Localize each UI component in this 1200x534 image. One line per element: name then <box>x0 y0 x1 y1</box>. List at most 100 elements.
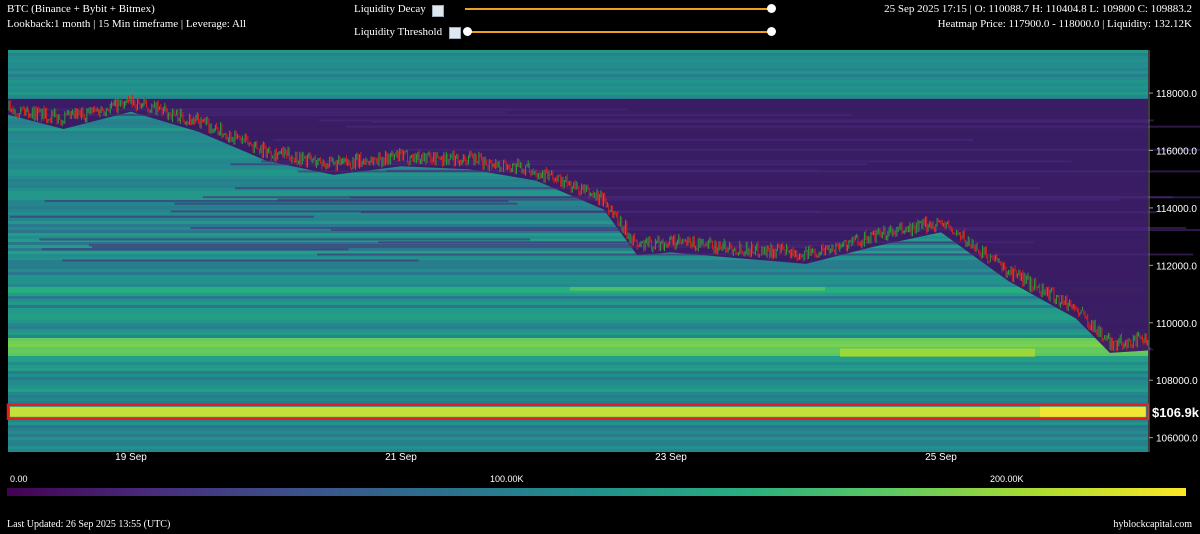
y-tick-label: 116000.0 <box>1156 147 1197 158</box>
mask-streak <box>318 119 1154 122</box>
heatmap-band <box>8 311 1148 314</box>
x-tick-label: 23 Sep <box>655 452 687 463</box>
mask-streak <box>390 148 1200 151</box>
mask-streak <box>190 226 1187 229</box>
heatmap-band <box>8 323 1148 326</box>
heatmap-band <box>8 272 1148 275</box>
y-tick-label: 118000.0 <box>1156 89 1197 100</box>
mask-streak <box>331 229 1200 232</box>
broken-image-icon <box>449 27 461 39</box>
mask-streak <box>41 248 349 251</box>
liquidity-threshold-label: Liquidity Threshold <box>354 26 443 38</box>
y-tick-label: 110000.0 <box>1156 319 1197 330</box>
heatmap-band <box>8 335 1148 338</box>
heatmap-band <box>8 296 1148 299</box>
heatmap-band <box>8 308 1148 311</box>
liquidity-threshold-max-handle[interactable] <box>767 27 776 36</box>
heatmap-band <box>8 446 1148 449</box>
mask-streak <box>9 215 314 218</box>
heatmap-band <box>8 320 1148 323</box>
heatmap-band <box>8 398 1148 401</box>
mask-streak <box>38 108 628 111</box>
y-axis: 118000.0 116000.0 114000.0 112000.0 110000.0… <box>1148 50 1198 452</box>
highlight-band-hot <box>1040 406 1145 417</box>
heatmap-band <box>8 269 1148 272</box>
heatmap-band <box>8 437 1148 440</box>
x-tick-label: 21 Sep <box>385 452 417 463</box>
y-tick-label: 114000.0 <box>1156 204 1197 215</box>
heatmap-band <box>8 425 1148 428</box>
mask-streak <box>151 111 507 114</box>
ohlc-readout: 25 Sep 2025 17:15 | O: 110088.7 H: 11040… <box>884 3 1192 15</box>
x-axis: 19 Sep 21 Sep 23 Sep 25 Sep <box>115 452 957 463</box>
heatmap-band <box>8 302 1148 305</box>
mask-streak <box>44 200 509 203</box>
heatmap-band <box>8 383 1148 386</box>
highlight-band: $106.9k <box>6 403 1200 421</box>
y-tick-label: 108000.0 <box>1156 376 1198 387</box>
heatmap-band <box>8 74 1148 77</box>
heatmap-band <box>8 263 1148 266</box>
heatmap-band <box>8 56 1148 59</box>
liquidity-threshold-min-handle[interactable] <box>463 27 472 36</box>
heatmap-band <box>8 293 1148 296</box>
mask-streak <box>88 244 862 247</box>
heatmap-band <box>8 71 1148 74</box>
chart-title: BTC (Binance + Bybit + Bitmex) <box>7 3 155 15</box>
heatmap-band <box>8 329 1148 332</box>
heatmap-band <box>8 359 1148 362</box>
liquidation-heatmap-chart[interactable]: $106.9k 118000.0 116000.0 114000.0 112000.0… <box>0 0 1200 470</box>
x-tick-label: 19 Sep <box>115 452 147 463</box>
chart-subtitle: Lookback:1 month | 15 Min timeframe | Le… <box>7 18 247 30</box>
mask-streak <box>272 138 974 141</box>
heatmap-band <box>8 380 1148 383</box>
heatmap-band <box>8 371 1148 374</box>
heatmap-band <box>8 89 1148 92</box>
heatmap-band <box>8 317 1148 320</box>
heatmap-band <box>8 314 1148 317</box>
heatmap-band <box>8 299 1148 302</box>
heatmap-band <box>8 449 1148 452</box>
heatmap-band <box>8 83 1148 86</box>
heatmap-band <box>8 284 1148 287</box>
mask-streak <box>361 211 1157 214</box>
heatmap-band <box>8 62 1148 65</box>
mask-streak <box>92 246 814 249</box>
heatmap-band <box>8 428 1148 431</box>
heatmap-band <box>8 326 1148 329</box>
heatmap-band <box>8 338 1148 341</box>
mask-streak <box>39 238 531 241</box>
heatmap-band-hot <box>840 348 1035 357</box>
heatmap-band <box>8 434 1148 437</box>
heatmap-band <box>8 332 1148 335</box>
colorbar-tick-max: 200.00K <box>990 474 1024 484</box>
heatmap-band <box>8 443 1148 446</box>
heatmap-band <box>8 278 1148 281</box>
heatmap-band <box>8 95 1148 98</box>
mask-streak <box>18 113 852 116</box>
liquidity-decay-label: Liquidity Decay <box>354 3 426 15</box>
brand-link[interactable]: hyblockcapital.com <box>1113 519 1192 530</box>
heatmap-band <box>8 341 1148 344</box>
heatmap-band <box>8 422 1148 425</box>
heatmap-band <box>8 365 1148 368</box>
heatmap-band <box>8 389 1148 392</box>
highlight-liquidity-band <box>10 406 1146 417</box>
heatmap-band <box>8 392 1148 395</box>
mask-streak <box>202 196 1173 199</box>
heatmap-band <box>8 92 1148 95</box>
heatmap-band <box>8 305 1148 308</box>
heatmap-band <box>8 275 1148 278</box>
y-tick-label: 106000.0 <box>1156 434 1198 445</box>
heatmap-band <box>8 377 1148 380</box>
broken-image-icon <box>432 5 444 17</box>
liquidity-threshold-slider[interactable] <box>465 31 773 33</box>
liquidity-decay-slider[interactable] <box>465 8 773 10</box>
heatmap-band <box>8 374 1148 377</box>
highlight-price-label: $106.9k <box>1152 405 1200 420</box>
heatmap-band <box>8 266 1148 269</box>
heatmap-band <box>8 59 1148 62</box>
heatmap-band <box>8 440 1148 443</box>
liquidity-decay-slider-handle[interactable] <box>767 4 776 13</box>
heatmap-band <box>8 86 1148 89</box>
